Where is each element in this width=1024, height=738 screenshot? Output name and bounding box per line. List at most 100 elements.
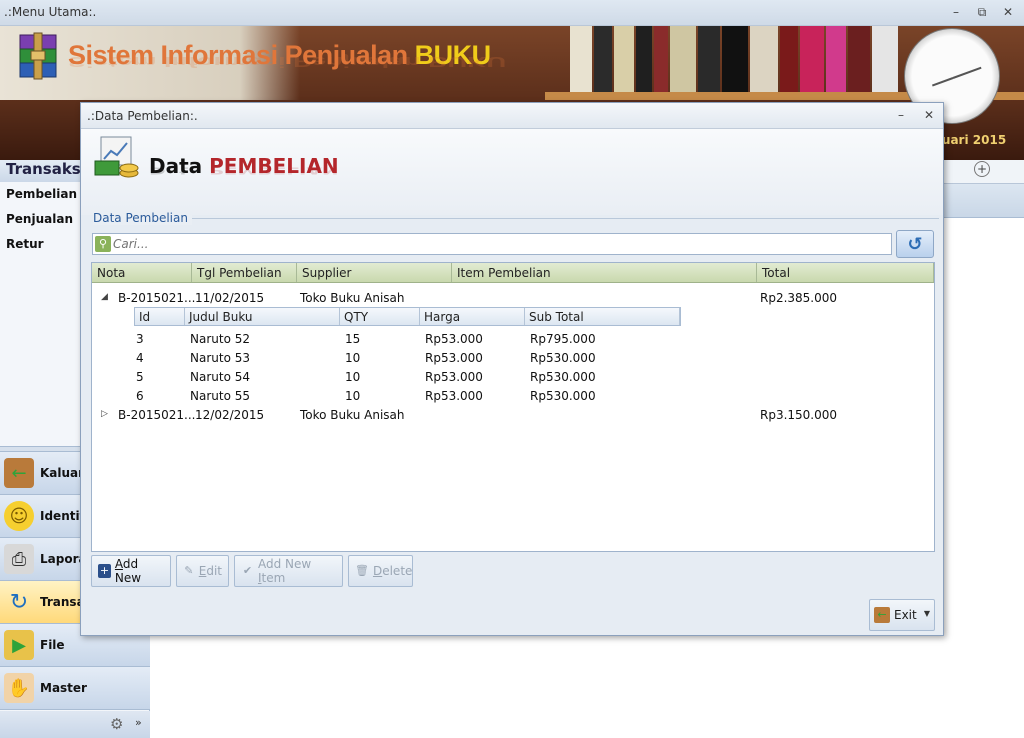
purchase-grid: Nota Tgl Pembelian Supplier Item Pembeli… <box>91 262 935 552</box>
chevron-down-icon[interactable]: ▼ <box>924 609 930 618</box>
exit-door-icon: ← <box>874 607 890 623</box>
detail-cell-judul: Naruto 53 <box>190 351 250 365</box>
cell-total: Rp2.385.000 <box>760 291 838 305</box>
nav-pane-label: Master <box>40 681 87 695</box>
detail-cell-id: 5 <box>136 370 144 384</box>
folder-icon: ▶ <box>4 630 34 660</box>
cell-supplier: Toko Buku Anisah <box>300 291 405 305</box>
exit-label: Exit <box>894 608 917 622</box>
detail-column-qty[interactable]: QTY <box>340 308 420 325</box>
dialog-minimize-icon[interactable]: – <box>893 107 909 123</box>
dialog-heading-reflection-part1: Data <box>149 165 210 177</box>
table-row[interactable]: ◢ B-2015021... 11/02/2015 Toko Buku Anis… <box>92 288 934 307</box>
refresh-icon: ↺ <box>907 233 923 255</box>
expand-icon[interactable]: ▷ <box>101 409 111 419</box>
search-box: ⚲ <box>92 233 892 255</box>
column-header-nota[interactable]: Nota <box>92 263 192 282</box>
detail-cell-qty: 10 <box>345 351 361 365</box>
add-new-button[interactable]: + Add New <box>91 555 171 587</box>
cell-total: Rp3.150.000 <box>760 408 838 422</box>
hand-card-icon: ✋ <box>4 673 34 703</box>
detail-cell-qty: 15 <box>345 332 361 346</box>
book-spine <box>654 26 668 92</box>
detail-cell-qty: 10 <box>345 370 361 384</box>
close-icon[interactable]: ✕ <box>1000 4 1016 20</box>
detail-row[interactable]: 5 Naruto 54 10 Rp53.000 Rp530.000 <box>92 367 934 386</box>
purchase-chart-money-icon <box>94 136 139 178</box>
detail-cell-qty: 10 <box>345 389 361 403</box>
detail-cell-id: 3 <box>136 332 144 346</box>
dialog-heading-reflection: Data PEMBELIAN <box>149 165 339 177</box>
book-spine <box>614 26 634 92</box>
book-spine <box>636 26 652 92</box>
dialog-titlebar: .:Data Pembelian:. – ✕ <box>81 103 943 129</box>
exit-door-icon: ← <box>4 458 34 488</box>
clock-hand-hour <box>931 77 954 87</box>
app-title-reflection: Sistem Informasi Penjualan BUKU <box>68 53 507 71</box>
restore-icon[interactable]: ⧉ <box>974 4 990 20</box>
nav-pane-master[interactable]: ✋ Master <box>0 667 150 710</box>
detail-column-harga[interactable]: Harga <box>420 308 525 325</box>
data-pembelian-dialog: .:Data Pembelian:. – ✕ Data PEMBELIAN Da… <box>80 102 944 636</box>
refresh-button[interactable]: ↺ <box>896 230 934 258</box>
book-spine <box>826 26 846 92</box>
detail-cell-subtotal: Rp530.000 <box>530 389 596 403</box>
detail-cell-subtotal: Rp795.000 <box>530 332 596 346</box>
main-window-controls: – ⧉ ✕ <box>948 4 1016 20</box>
delete-button[interactable]: 🗑 Delete <box>348 555 413 587</box>
add-item-post: tem <box>261 571 286 585</box>
book-spine <box>800 26 824 92</box>
add-new-item-label: Add New Item <box>258 557 336 585</box>
trash-icon: 🗑 <box>355 564 369 577</box>
book-spine <box>698 26 720 92</box>
chevron-double-down-icon[interactable]: » <box>135 716 142 729</box>
column-header-tgl-pembelian[interactable]: Tgl Pembelian <box>192 263 297 282</box>
smiley-icon: ☺ <box>4 501 34 531</box>
check-icon: ✔ <box>242 564 253 577</box>
minimize-icon[interactable]: – <box>948 4 964 20</box>
detail-cell-id: 4 <box>136 351 144 365</box>
book-spine <box>670 26 696 92</box>
book-spine <box>722 26 748 92</box>
delete-rest: elete <box>382 564 413 578</box>
delete-label: Delete <box>373 564 412 578</box>
book-spine <box>594 26 612 92</box>
detail-row[interactable]: 4 Naruto 53 10 Rp53.000 Rp530.000 <box>92 348 934 367</box>
detail-cell-harga: Rp53.000 <box>425 370 483 384</box>
add-new-item-button[interactable]: ✔ Add New Item <box>234 555 343 587</box>
app-title-reflection-accent: BUKU <box>428 53 507 71</box>
dialog-window-controls: – ✕ <box>893 107 937 123</box>
plus-icon: + <box>98 564 111 578</box>
add-new-accel: A <box>114 557 123 571</box>
cell-tgl: 11/02/2015 <box>195 291 265 305</box>
column-header-item-pembelian[interactable]: Item Pembelian <box>452 263 757 282</box>
detail-row[interactable]: 3 Naruto 52 15 Rp53.000 Rp795.000 <box>92 329 934 348</box>
cell-nota: B-2015021... <box>118 408 196 422</box>
collapse-icon[interactable]: ◢ <box>101 292 111 302</box>
zoom-in-icon[interactable]: + <box>974 161 990 177</box>
detail-cell-subtotal: Rp530.000 <box>530 351 596 365</box>
detail-cell-harga: Rp53.000 <box>425 332 483 346</box>
main-titlebar: .:Menu Utama:. – ⧉ ✕ <box>0 0 1024 26</box>
background-ribbon-strip <box>940 184 1024 218</box>
book-spine <box>750 26 778 92</box>
edit-button[interactable]: ✎ Edit <box>176 555 229 587</box>
app-title-reflection-main: Sistem Informasi Penjualan <box>68 53 429 71</box>
background-toolbar-strip: + <box>940 160 1024 184</box>
refresh-arrows-icon: ↻ <box>9 589 29 615</box>
cell-supplier: Toko Buku Anisah <box>300 408 405 422</box>
group-label: Data Pembelian <box>93 211 192 225</box>
edit-label: Edit <box>199 564 222 578</box>
dialog-close-icon[interactable]: ✕ <box>921 107 937 123</box>
nav-footer: ⚙ » <box>0 711 150 738</box>
exit-button[interactable]: ← Exit ▼ <box>869 599 935 631</box>
detail-row[interactable]: 6 Naruto 55 10 Rp53.000 Rp530.000 <box>92 386 934 405</box>
detail-column-judul-buku[interactable]: Judul Buku <box>185 308 340 325</box>
detail-column-sub-total[interactable]: Sub Total <box>525 308 680 325</box>
column-header-total[interactable]: Total <box>757 263 934 282</box>
gear-icon[interactable]: ⚙ <box>110 715 123 733</box>
detail-column-id[interactable]: Id <box>135 308 185 325</box>
search-input[interactable] <box>113 235 883 253</box>
table-row[interactable]: ▷ B-2015021... 12/02/2015 Toko Buku Anis… <box>92 405 934 424</box>
column-header-supplier[interactable]: Supplier <box>297 263 452 282</box>
